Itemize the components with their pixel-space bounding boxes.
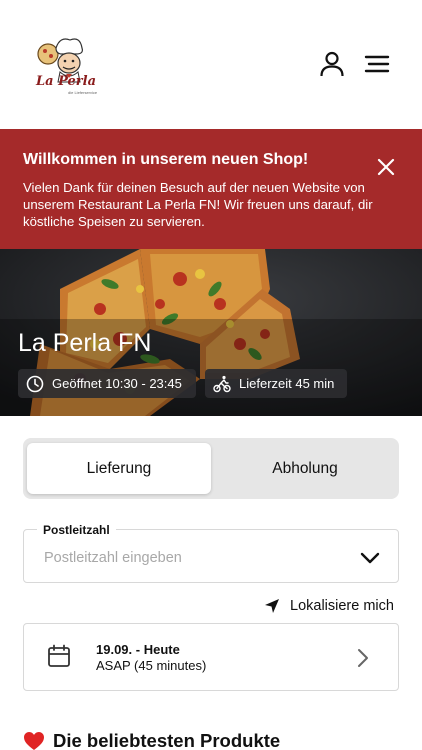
popular-products-heading: Die beliebtesten Produkte: [23, 730, 280, 750]
opening-hours-chip: Geöffnet 10:30 - 23:45: [18, 369, 196, 398]
hero-section: La Perla FN Geöffnet 10:30 - 23:45 Liefe…: [0, 249, 422, 416]
tab-pickup[interactable]: Abholung: [213, 443, 397, 494]
chevron-down-icon[interactable]: [360, 551, 380, 565]
bike-courier-icon: [213, 375, 231, 392]
delivery-time-text: Lieferzeit 45 min: [239, 376, 335, 391]
close-icon[interactable]: [376, 157, 396, 177]
chevron-right-icon[interactable]: [356, 648, 370, 668]
restaurant-name: La Perla FN: [18, 329, 152, 357]
order-mode-toggle: Lieferung Abholung: [23, 438, 399, 499]
locate-me-button[interactable]: Lokalisiere mich: [264, 598, 394, 614]
hamburger-menu-icon[interactable]: [364, 54, 390, 74]
schedule-selector[interactable]: [23, 623, 399, 691]
calendar-icon: [48, 644, 70, 667]
banner-text: Vielen Dank für deinen Besuch auf der ne…: [23, 180, 373, 229]
postcode-input[interactable]: [44, 550, 334, 566]
schedule-date: 19.09. - Heute: [96, 642, 180, 657]
app-header: La Perla die Lieferservice: [0, 0, 422, 129]
tab-delivery[interactable]: Lieferung: [27, 443, 211, 494]
location-arrow-icon: [265, 599, 279, 613]
popular-products-title: Die beliebtesten Produkte: [53, 730, 281, 750]
welcome-banner: Willkommen in unserem neuen Shop! Vielen…: [0, 129, 422, 249]
banner-title: Willkommen in unserem neuen Shop!: [23, 151, 309, 168]
locate-me-label: Lokalisiere mich: [290, 598, 394, 614]
heart-icon: [24, 732, 44, 750]
opening-hours-text: Geöffnet 10:30 - 23:45: [52, 376, 182, 391]
user-icon[interactable]: [318, 50, 346, 78]
logo-subtext: die Lieferservice: [68, 90, 98, 95]
schedule-time: ASAP (45 minutes): [96, 658, 207, 673]
logo-wordmark: La Perla: [36, 74, 96, 89]
postcode-label: Postleitzahl: [37, 523, 116, 537]
delivery-time-chip: Lieferzeit 45 min: [205, 369, 347, 398]
clock-icon: [26, 375, 44, 392]
